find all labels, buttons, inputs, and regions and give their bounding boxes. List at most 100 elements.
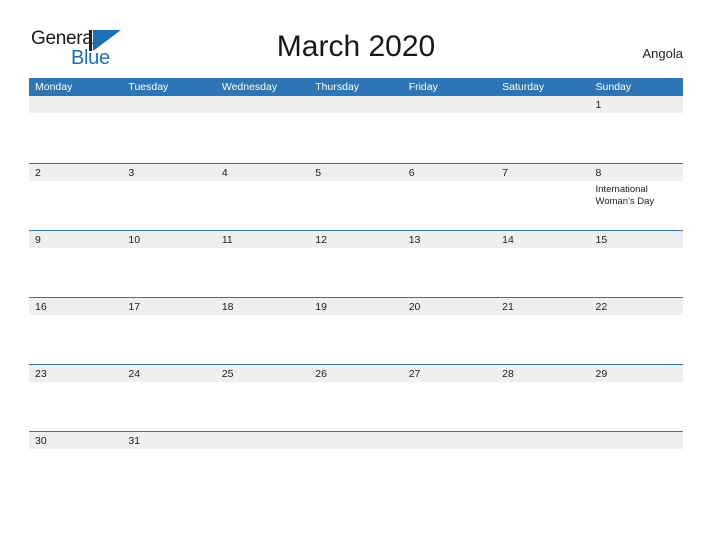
- day-number: 30: [35, 435, 47, 447]
- day-number: 5: [315, 167, 322, 179]
- day-number: 12: [315, 234, 327, 246]
- day-number: 26: [315, 368, 327, 380]
- calendar-day-cell[interactable]: 9: [29, 231, 122, 297]
- calendar-day-cell[interactable]: 25: [216, 365, 309, 431]
- day-event-line: Woman's Day: [595, 196, 655, 207]
- weekday-header-tuesday: Tuesday: [128, 81, 169, 93]
- day-number: 21: [502, 301, 514, 313]
- calendar-day-cell-empty: [122, 96, 215, 163]
- calendar-day-cell[interactable]: 11: [216, 231, 309, 297]
- calendar-week-row: 23 24 25 26 27 28 29: [29, 364, 683, 431]
- calendar-day-cell[interactable]: 3: [122, 164, 215, 230]
- calendar-day-cell[interactable]: 1: [590, 96, 683, 163]
- week-cells: 30 31: [29, 432, 683, 498]
- calendar-day-cell-empty: [590, 432, 683, 498]
- week-cells: 23 24 25 26 27 28 29: [29, 365, 683, 431]
- day-number: 14: [502, 234, 514, 246]
- day-number: 31: [128, 435, 141, 447]
- calendar-day-cell-empty: [216, 432, 309, 498]
- day-number: 28: [502, 368, 514, 380]
- calendar-day-cell-empty: [403, 432, 496, 498]
- calendar-day-cell[interactable]: 8 International Woman's Day: [590, 164, 683, 230]
- calendar-day-cell[interactable]: 29: [590, 365, 683, 431]
- day-number: 25: [221, 368, 234, 380]
- calendar-day-cell[interactable]: 16: [29, 298, 122, 364]
- calendar-grid: Monday Tuesday Wednesday Thursday Friday…: [29, 78, 683, 498]
- day-number: 19: [315, 301, 327, 313]
- calendar-week-row: 16 17 18 19 20 21 22: [29, 297, 683, 364]
- calendar-day-cell[interactable]: 4: [216, 164, 309, 230]
- day-number: 2: [35, 167, 41, 179]
- calendar-day-cell[interactable]: 6: [403, 164, 496, 230]
- calendar-week-row: 2 3 4 5 6 7 8 International Woman's Day: [29, 163, 683, 230]
- day-number: 4: [221, 167, 228, 179]
- week-cells: 9 10 11 12 13 14 15: [29, 231, 683, 297]
- day-number: 20: [408, 301, 421, 313]
- week-cells: 16 17 18 19 20 21 22: [29, 298, 683, 364]
- calendar-day-cell[interactable]: 19: [309, 298, 402, 364]
- calendar-day-cell[interactable]: 20: [403, 298, 496, 364]
- weekday-header-row: Monday Tuesday Wednesday Thursday Friday…: [29, 78, 683, 96]
- calendar-day-cell[interactable]: 15: [590, 231, 683, 297]
- calendar-day-cell[interactable]: 5: [309, 164, 402, 230]
- day-number: 3: [128, 167, 135, 179]
- country-label: Angola: [642, 46, 683, 61]
- calendar-day-cell-empty: [29, 96, 122, 163]
- weekday-header-friday: Friday: [408, 81, 438, 93]
- day-number: 18: [221, 301, 234, 313]
- day-number: 16: [35, 301, 47, 313]
- calendar-day-cell[interactable]: 2: [29, 164, 122, 230]
- calendar-week-row: 1: [29, 96, 683, 163]
- calendar-day-cell[interactable]: 14: [496, 231, 589, 297]
- calendar-day-cell[interactable]: 10: [122, 231, 215, 297]
- day-number: 27: [408, 368, 421, 380]
- calendar-day-cell[interactable]: 23: [29, 365, 122, 431]
- calendar-day-cell-empty: [496, 432, 589, 498]
- weekday-header-monday: Monday: [35, 81, 73, 93]
- page-title: March 2020: [276, 30, 436, 63]
- calendar-weeks: 1 2 3 4 5 6 7 8 International Woman's Day 9 10 11 12 1…: [29, 96, 683, 498]
- calendar-day-cell[interactable]: 30: [29, 432, 122, 498]
- calendar-page: General Blue March 2020 Angola Monday Tu…: [0, 0, 712, 550]
- calendar-week-row: 9 10 11 12 13 14 15: [29, 230, 683, 297]
- calendar-day-cell[interactable]: 18: [216, 298, 309, 364]
- week-cells: 1: [29, 96, 683, 163]
- day-event-line: International: [595, 184, 648, 195]
- calendar-day-cell[interactable]: 17: [122, 298, 215, 364]
- calendar-day-cell[interactable]: 13: [403, 231, 496, 297]
- day-number: 10: [128, 234, 141, 246]
- calendar-day-cell-empty: [309, 96, 402, 163]
- calendar-day-cell[interactable]: 26: [309, 365, 402, 431]
- calendar-day-cell[interactable]: 22: [590, 298, 683, 364]
- day-number: 23: [35, 368, 47, 380]
- calendar-day-cell-empty: [216, 96, 309, 163]
- day-event-list: International Woman's Day: [596, 184, 683, 208]
- calendar-day-cell[interactable]: 28: [496, 365, 589, 431]
- day-number: 1: [595, 99, 602, 111]
- calendar-day-cell-empty: [403, 96, 496, 163]
- day-number: 29: [595, 368, 608, 380]
- day-number: 15: [595, 234, 608, 246]
- weekday-header-thursday: Thursday: [315, 81, 360, 93]
- day-number: 6: [408, 167, 415, 179]
- calendar-day-cell-empty: [309, 432, 402, 498]
- calendar-day-cell[interactable]: 7: [496, 164, 589, 230]
- day-number: 13: [408, 234, 421, 246]
- week-cells: 2 3 4 5 6 7 8 International Woman's Day: [29, 164, 683, 230]
- weekday-header-saturday: Saturday: [502, 81, 545, 93]
- calendar-day-cell[interactable]: 24: [122, 365, 215, 431]
- calendar-day-cell[interactable]: 27: [403, 365, 496, 431]
- weekday-header-wednesday: Wednesday: [221, 81, 278, 93]
- day-number: 17: [128, 301, 141, 313]
- calendar-day-cell-empty: [496, 96, 589, 163]
- day-number: 24: [128, 368, 141, 380]
- calendar-day-cell[interactable]: 31: [122, 432, 215, 498]
- calendar-week-row: 30 31: [29, 431, 683, 498]
- page-header: General Blue March 2020 Angola: [0, 0, 712, 78]
- calendar-day-cell[interactable]: 21: [496, 298, 589, 364]
- calendar-day-cell[interactable]: 12: [309, 231, 402, 297]
- day-number: 11: [221, 234, 233, 246]
- day-number: 7: [502, 167, 508, 179]
- day-number: 22: [595, 301, 608, 313]
- day-number: 9: [35, 234, 41, 246]
